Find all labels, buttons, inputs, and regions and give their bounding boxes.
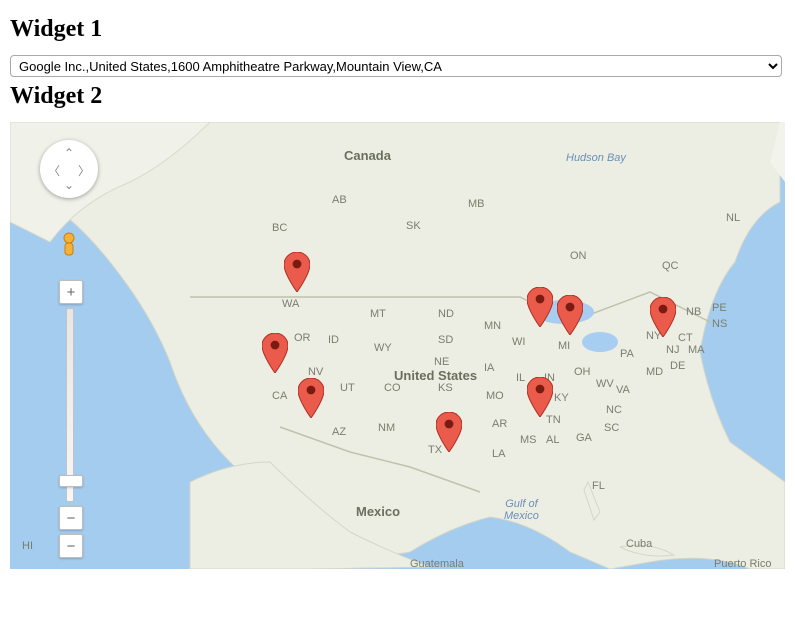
- map-terrain: [10, 122, 785, 569]
- zoom-out-fully-button[interactable]: −: [59, 534, 83, 558]
- zoom-in-button[interactable]: +: [59, 280, 83, 304]
- marker-ca-south[interactable]: [298, 378, 324, 418]
- marker-ca-north[interactable]: [262, 333, 288, 373]
- zoom-out-button[interactable]: −: [59, 506, 83, 530]
- location-select[interactable]: Google Inc.,United States,1600 Amphithea…: [10, 55, 782, 77]
- marker-mi[interactable]: [557, 295, 583, 335]
- marker-tn[interactable]: [527, 377, 553, 417]
- zoom-track[interactable]: [66, 308, 74, 502]
- zoom-handle[interactable]: [59, 475, 83, 487]
- map-canvas[interactable]: Canada United States Mexico Hudson Bay G…: [10, 122, 785, 569]
- pan-left-button[interactable]: 〈: [48, 162, 60, 179]
- marker-tx[interactable]: [436, 412, 462, 452]
- streetview-pegman[interactable]: [58, 232, 80, 260]
- pan-down-button[interactable]: ⌄: [64, 178, 74, 192]
- pan-right-button[interactable]: 〉: [78, 162, 90, 179]
- widget2-title: Widget 2: [10, 83, 785, 110]
- zoom-control: + − −: [59, 280, 81, 542]
- pan-control: ⌃ ⌄ 〈 〉: [40, 140, 98, 198]
- marker-ny[interactable]: [650, 297, 676, 337]
- widget1-title: Widget 1: [10, 16, 785, 43]
- pan-up-button[interactable]: ⌃: [64, 146, 74, 160]
- marker-wi[interactable]: [527, 287, 553, 327]
- marker-wa[interactable]: [284, 252, 310, 292]
